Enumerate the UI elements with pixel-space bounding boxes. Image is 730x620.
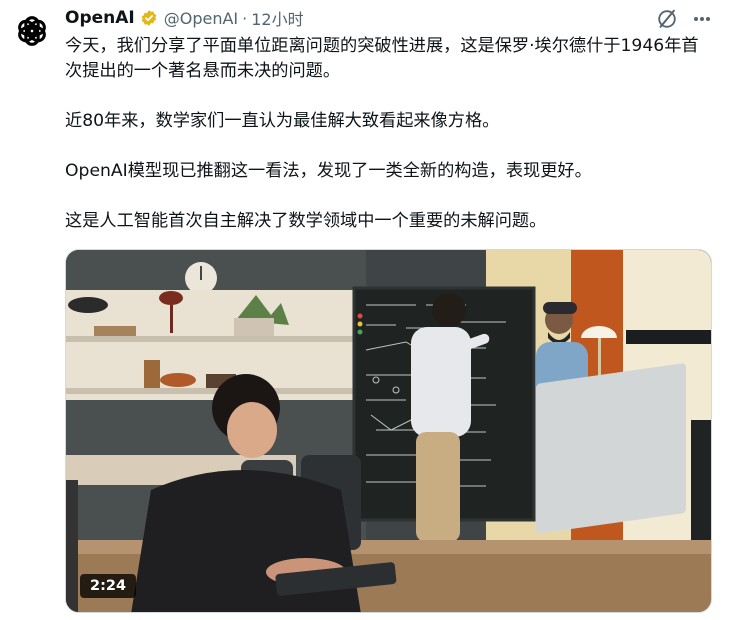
video-player[interactable]: 2:24 — [65, 249, 712, 613]
video-thumbnail — [66, 250, 711, 612]
more-dot — [694, 17, 698, 21]
more-icon[interactable] — [692, 10, 712, 28]
openai-logo-icon — [18, 16, 46, 46]
timestamp[interactable]: 12小时 — [251, 6, 303, 30]
tweet-paragraph: 这是人工智能首次自主解决了数学领域中一个重要的未解问题。 — [65, 211, 547, 231]
tweet-paragraph: 今天，我们分享了平面单位距离问题的突破性进展，这是保罗·埃尔德什于1946年首次… — [65, 36, 699, 81]
tweet-header: OpenAI @OpenAI · 12小时 — [65, 7, 304, 29]
tweet-paragraph: OpenAI模型现已推翻这一看法，发现了一类全新的构造，表现更好。 — [65, 161, 592, 181]
author-name[interactable]: OpenAI — [65, 8, 135, 28]
avatar[interactable] — [12, 11, 52, 51]
separator-dot: · — [242, 8, 248, 28]
more-dot — [706, 17, 710, 21]
tweet-paragraph: 近80年来，数学家们一直认为最佳解大致看起来像方格。 — [65, 111, 500, 131]
author-handle[interactable]: @OpenAI — [164, 9, 238, 28]
verified-badge-icon[interactable] — [140, 9, 158, 27]
tweet-text: 今天，我们分享了平面单位距离问题的突破性进展，这是保罗·埃尔德什于1946年首次… — [65, 34, 715, 259]
more-dot — [700, 17, 704, 21]
video-duration: 2:24 — [80, 574, 137, 598]
grok-icon[interactable] — [656, 8, 678, 30]
